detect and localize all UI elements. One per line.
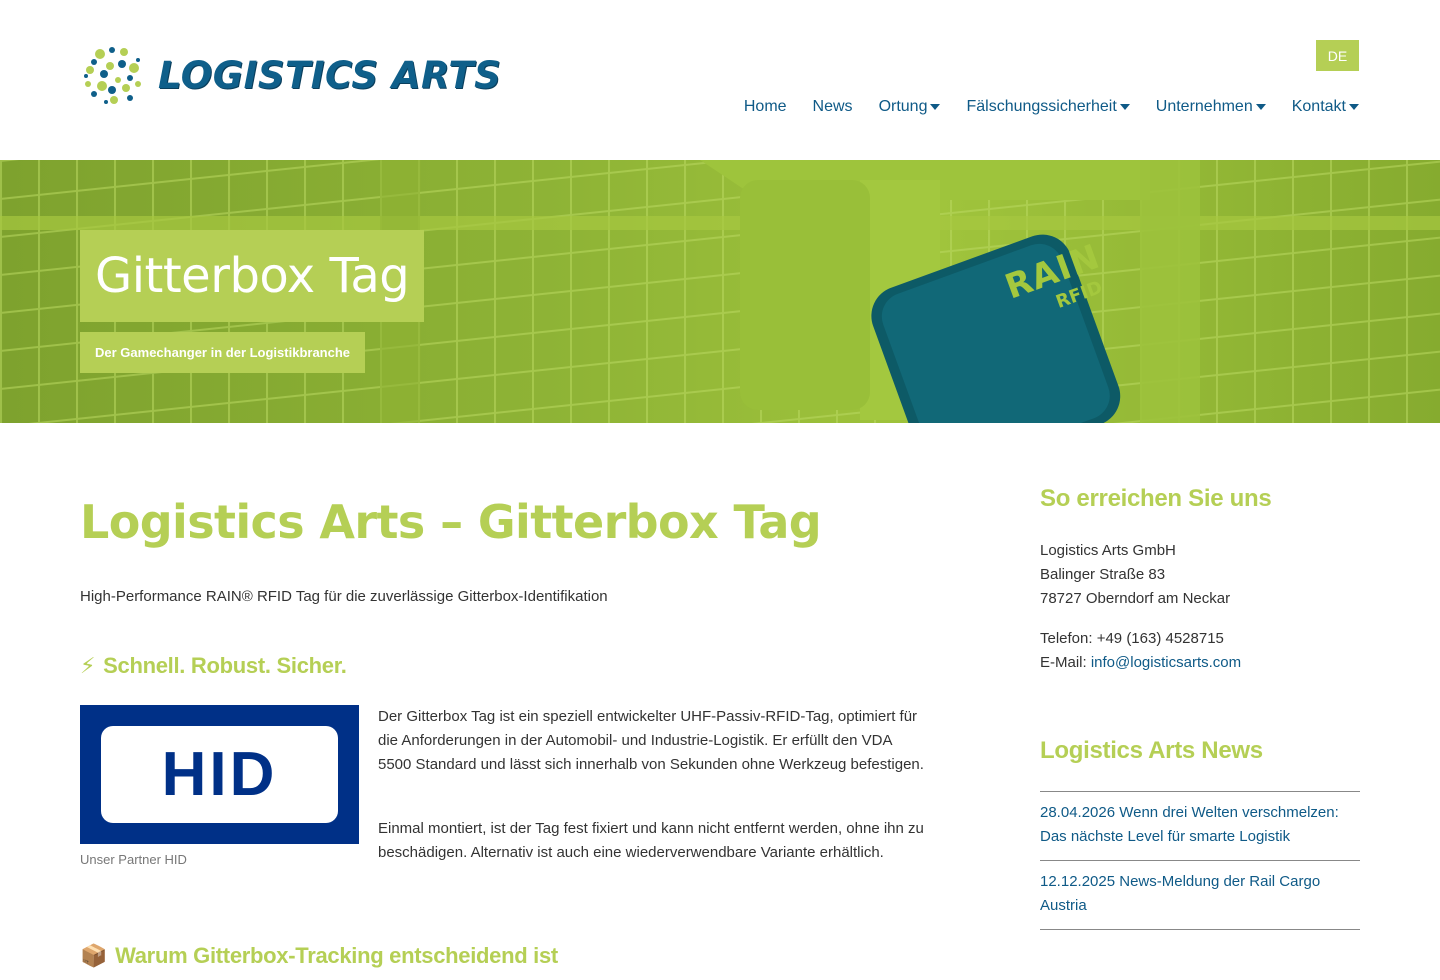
nav-item-ortung[interactable]: Ortung (879, 98, 941, 116)
nav-item-label: News (812, 98, 853, 115)
contact-details: Telefon: +49 (163) 4528715 E-Mail: info@… (1040, 627, 1241, 675)
paragraph-mounting: Einmal montiert, ist der Tag fest fixier… (378, 820, 924, 861)
section-heading-fast: ⚡ Schnell. Robust. Sicher. (80, 653, 347, 679)
email-prefix: E-Mail: (1040, 654, 1091, 671)
nav-item-news[interactable]: News (813, 98, 853, 116)
hero-subtitle-box: Der Gamechanger in der Logistikbranche (80, 332, 366, 373)
site-header: LOGISTICS ARTS DE Home News Ortung Fälsc… (0, 0, 1440, 160)
main-nav: Home News Ortung Fälschungssicherheit Un… (718, 98, 1359, 116)
language-switcher[interactable]: DE (1316, 40, 1359, 71)
caret-down-icon (1119, 104, 1130, 110)
section-heading-text: Warum Gitterbox-Tracking entscheidend is… (115, 943, 558, 968)
intro-text: High-Performance RAIN® RFID Tag für die … (80, 588, 608, 605)
image-caption: Unser Partner HID (80, 852, 187, 867)
hid-logo-plate: HID (101, 726, 338, 823)
section-heading-why-tracking: 📦 Warum Gitterbox-Tracking entscheidend … (80, 943, 558, 969)
news-link[interactable]: 28.04.2026 Wenn drei Welten verschmelzen… (1040, 792, 1360, 861)
nav-item-label: Kontakt (1291, 98, 1346, 115)
site-logo[interactable]: LOGISTICS ARTS (80, 38, 501, 112)
address-line: Balinger Straße 83 (1040, 566, 1166, 583)
nav-item-home[interactable]: Home (744, 98, 787, 116)
contact-heading: So erreichen Sie uns (1040, 485, 1272, 512)
email-line: E-Mail: info@logisticsarts.com (1040, 651, 1241, 675)
hero-title: Gitterbox Tag (95, 248, 410, 304)
caret-down-icon (1349, 104, 1359, 110)
address-line: Logistics Arts GmbH (1040, 542, 1176, 559)
lightning-icon: ⚡ (80, 653, 96, 678)
paragraph-description: Der Gitterbox Tag ist ein speziell entwi… (378, 708, 924, 773)
nav-item-kontakt[interactable]: Kontakt (1292, 98, 1359, 116)
nav-item-label: Unternehmen (1155, 98, 1253, 115)
caret-down-icon (1255, 104, 1266, 110)
news-list: 28.04.2026 Wenn drei Welten verschmelzen… (1040, 791, 1360, 930)
section-heading-text: Schnell. Robust. Sicher. (103, 653, 347, 678)
hero-banner: RAIN RFID Gitterbox Tag Der Gamechanger … (0, 160, 1440, 423)
news-link[interactable]: 12.12.2025 News-Meldung der Rail Cargo A… (1040, 861, 1360, 930)
page-title: Logistics Arts – Gitterbox Tag (80, 495, 822, 549)
address-line: 78727 Oberndorf am Neckar (1040, 590, 1231, 607)
hid-logo-text: HID (161, 740, 278, 809)
caret-down-icon (930, 104, 941, 110)
hero-title-box: Gitterbox Tag (80, 230, 425, 322)
email-link[interactable]: info@logisticsarts.com (1091, 654, 1241, 671)
logo-wordmark: LOGISTICS ARTS (158, 53, 502, 97)
logo-globe-icon (81, 43, 145, 107)
nav-item-unternehmen[interactable]: Unternehmen (1156, 98, 1266, 116)
nav-item-faelschungssicherheit[interactable]: Fälschungssicherheit (966, 98, 1130, 116)
nav-item-label: Home (743, 98, 787, 115)
nav-item-label: Fälschungssicherheit (966, 98, 1117, 115)
company-address: Logistics Arts GmbH Balinger Straße 83 7… (1040, 539, 1230, 611)
hid-partner-logo: HID (80, 705, 359, 844)
package-icon: 📦 (80, 943, 108, 968)
phone-number: Telefon: +49 (163) 4528715 (1040, 630, 1224, 647)
nav-item-label: Ortung (878, 98, 928, 115)
hero-subtitle: Der Gamechanger in der Logistikbranche (95, 345, 351, 360)
news-heading: Logistics Arts News (1040, 737, 1263, 764)
